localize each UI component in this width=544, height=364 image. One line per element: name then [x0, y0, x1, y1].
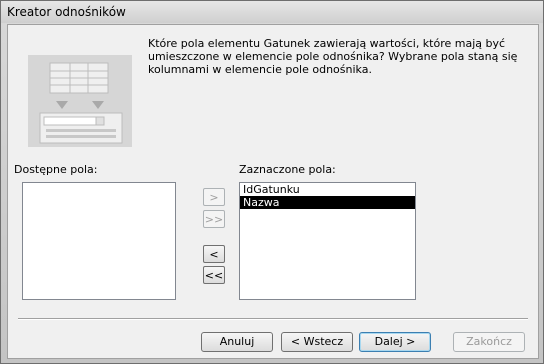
remove-all-button[interactable]: << — [203, 266, 225, 284]
next-button[interactable]: Dalej > — [359, 332, 431, 352]
available-fields-label: Dostępne pola: — [14, 163, 98, 176]
add-one-button[interactable]: > — [203, 188, 225, 206]
lookup-wizard-illustration-icon — [28, 55, 132, 147]
divider — [18, 318, 528, 320]
list-item[interactable]: Nazwa — [240, 196, 415, 209]
cancel-button[interactable]: Anuluj — [201, 332, 273, 352]
available-fields-list[interactable] — [22, 182, 176, 300]
back-button[interactable]: < Wstecz — [281, 332, 353, 352]
title-bar[interactable]: Kreator odnośników — [1, 1, 543, 23]
instruction-text: Które pola elementu Gatunek zawierają wa… — [148, 37, 518, 76]
wizard-window: Kreator odnośników Które pola elementu G… — [0, 0, 544, 364]
remove-one-button[interactable]: < — [203, 245, 225, 263]
wizard-content: Które pola elementu Gatunek zawierają wa… — [7, 24, 539, 359]
window-title: Kreator odnośników — [7, 5, 126, 19]
selected-fields-label: Zaznaczone pola: — [239, 163, 336, 176]
selected-fields-list[interactable]: IdGatunku Nazwa — [239, 182, 416, 300]
list-item[interactable]: IdGatunku — [240, 183, 415, 196]
finish-button[interactable]: Zakończ — [453, 332, 525, 352]
add-all-button[interactable]: >> — [203, 210, 225, 228]
